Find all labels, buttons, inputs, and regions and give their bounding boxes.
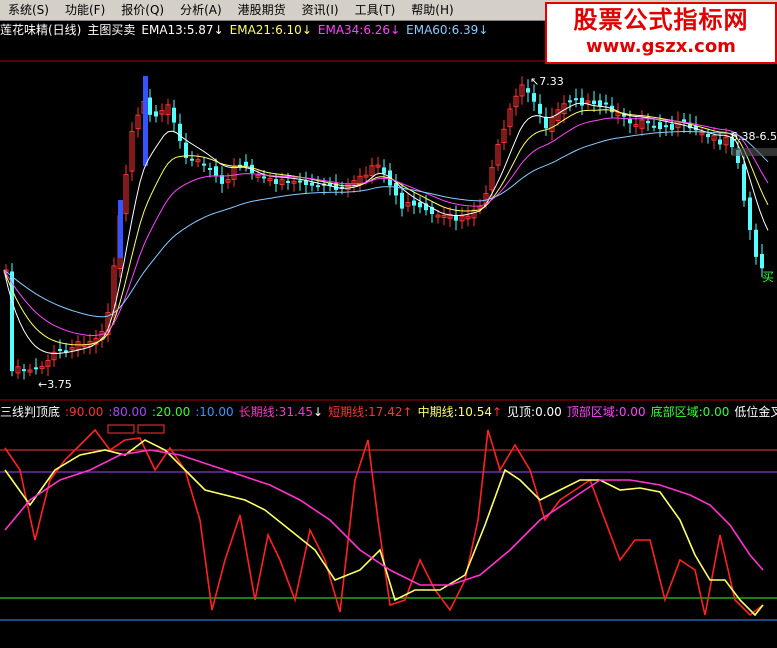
candle-body-down bbox=[670, 124, 674, 130]
candle-body-down bbox=[754, 229, 758, 257]
candle-body-down bbox=[748, 197, 752, 231]
candle-body-down bbox=[202, 163, 206, 166]
candle-body-down bbox=[214, 166, 218, 177]
level-20-label: :20.00 bbox=[151, 405, 191, 419]
candle-body-down bbox=[286, 180, 290, 183]
candle-body-down bbox=[394, 183, 398, 196]
candle-body-down bbox=[604, 102, 608, 105]
candle-body-down bbox=[412, 200, 416, 206]
short-line-label: 短期线:17.42↑ bbox=[328, 405, 413, 419]
golden-cross-label: 低位金叉:0 bbox=[734, 405, 777, 419]
level-80-label: :80.00 bbox=[108, 405, 147, 419]
candle-body-down bbox=[208, 167, 212, 170]
bottom-zone-label: 底部区域:0.00 bbox=[650, 405, 730, 419]
candle-body-down bbox=[664, 125, 668, 128]
ema60-label: EMA60:6.39↓ bbox=[406, 23, 489, 37]
top-zone-marker bbox=[107, 424, 135, 434]
signal-bar bbox=[118, 200, 123, 258]
candle-body-down bbox=[718, 139, 722, 145]
candle-body-down bbox=[592, 100, 596, 105]
candle-body-down bbox=[262, 176, 266, 179]
candle-body-down bbox=[580, 97, 584, 106]
level-10-label: :10.00 bbox=[195, 405, 234, 419]
candle-body-down bbox=[178, 123, 182, 141]
candle-body-down bbox=[544, 116, 548, 129]
candle-body-down bbox=[22, 369, 26, 372]
candle-body-down bbox=[58, 348, 62, 351]
range-band bbox=[732, 148, 777, 156]
ema21-label: EMA21:6.10↓ bbox=[229, 23, 312, 37]
candle-body-down bbox=[526, 88, 530, 93]
candle-body-down bbox=[658, 122, 662, 130]
candle-body-down bbox=[538, 103, 542, 114]
buy-signal-label: 买 bbox=[762, 270, 775, 284]
indicator-info-line: 三线判顶底 :90.00 :80.00 :20.00 :10.00 长期线:31… bbox=[0, 403, 777, 421]
top-zone-marker bbox=[137, 424, 165, 434]
candle-body-down bbox=[598, 100, 602, 106]
indicator-name: 三线判顶底 bbox=[0, 405, 61, 419]
candle-body-down bbox=[310, 182, 314, 186]
candle-body-down bbox=[400, 192, 404, 209]
chart-subtitle: 主图买卖 bbox=[87, 23, 136, 37]
high-price-label: ↖7.33 bbox=[530, 75, 564, 88]
candle-body-down bbox=[172, 107, 176, 123]
site-watermark: 股票公式指标网 www.gszx.com bbox=[545, 2, 777, 64]
range-price-label: 6.38-6.5 bbox=[731, 130, 777, 143]
candle-body-down bbox=[148, 97, 152, 115]
candle-body-down bbox=[574, 98, 578, 101]
top-zone-label: 顶部区域:0.00 bbox=[566, 405, 646, 419]
ema13-label: EMA13:5.87↓ bbox=[141, 23, 224, 37]
top-signal-label: 见顶:0.00 bbox=[507, 405, 562, 419]
level-90-label: :90.00 bbox=[65, 405, 104, 419]
signal-bar bbox=[143, 76, 148, 166]
candle-body-down bbox=[244, 161, 248, 166]
mid-line-label: 中期线:10.54↑ bbox=[417, 405, 503, 419]
low-price-label: ←3.75 bbox=[38, 378, 72, 391]
long-line-label: 长期线:31.45↓ bbox=[238, 405, 324, 419]
candle-body-down bbox=[298, 180, 302, 183]
short-term-line bbox=[4, 428, 764, 617]
candle-body-down bbox=[652, 125, 656, 128]
watermark-url: www.gszx.com bbox=[586, 36, 736, 57]
candle-body-down bbox=[706, 133, 710, 138]
ema34-label: EMA34:6.26↓ bbox=[317, 23, 401, 37]
mid-term-line bbox=[4, 439, 764, 617]
candle-body-down bbox=[568, 100, 572, 103]
candle-body-down bbox=[154, 111, 158, 117]
watermark-title: 股票公式指标网 bbox=[573, 6, 749, 34]
candle-body-down bbox=[274, 179, 278, 184]
chart-canvas bbox=[0, 60, 777, 621]
candle-body-down bbox=[760, 253, 764, 269]
candle-body-down bbox=[382, 167, 386, 174]
candle-body-down bbox=[646, 120, 650, 124]
candle-body-down bbox=[742, 164, 746, 201]
stock-title: 莲花味精(日线) bbox=[0, 23, 82, 37]
candle-body-down bbox=[190, 158, 194, 161]
candle-body-down bbox=[532, 93, 536, 102]
candle-body-down bbox=[418, 202, 422, 208]
candle-body-down bbox=[316, 185, 320, 188]
main-info-line: 莲花味精(日线) 主图买卖 EMA13:5.87↓ EMA21:6.10↓ EM… bbox=[0, 21, 494, 39]
candle-body-down bbox=[34, 367, 38, 370]
candle-body-down bbox=[628, 118, 632, 124]
